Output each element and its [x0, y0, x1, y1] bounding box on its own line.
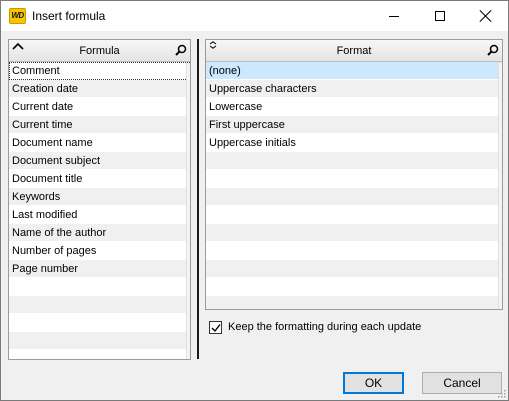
formula-row[interactable]: Creation date: [9, 80, 190, 98]
format-row[interactable]: Uppercase initials: [206, 134, 502, 152]
format-row[interactable]: (none): [206, 62, 502, 80]
formula-row[interactable]: Document name: [9, 134, 190, 152]
formula-row[interactable]: Document subject: [9, 152, 190, 170]
formula-empty-row: [9, 296, 190, 314]
formula-row[interactable]: Last modified: [9, 206, 190, 224]
close-icon: [480, 10, 492, 22]
formula-row[interactable]: Keywords: [9, 188, 190, 206]
formula-row[interactable]: Name of the author: [9, 224, 190, 242]
formula-column-header[interactable]: Formula: [9, 40, 190, 62]
resize-grip-icon[interactable]: [496, 388, 506, 398]
format-empty-row: [206, 188, 502, 206]
insert-formula-dialog: WD Insert formula Formula Comment Creatio…: [0, 0, 509, 401]
app-logo-icon: WD: [9, 8, 26, 24]
formula-row[interactable]: Number of pages: [9, 242, 190, 260]
format-column-header[interactable]: Format: [206, 40, 502, 62]
close-button[interactable]: [463, 1, 509, 31]
keep-formatting-option[interactable]: Keep the formatting during each update: [209, 320, 421, 334]
keep-formatting-label[interactable]: Keep the formatting during each update: [228, 321, 421, 333]
formula-row[interactable]: Page number: [9, 260, 190, 278]
format-table: Format (none) Uppercase characters Lowerca…: [205, 39, 503, 310]
format-row[interactable]: Lowercase: [206, 98, 502, 116]
pane-splitter[interactable]: [197, 39, 199, 359]
dialog-title: Insert formula: [32, 9, 106, 23]
checkmark-icon: [211, 323, 221, 332]
minimize-button[interactable]: [371, 1, 417, 31]
format-empty-row: [206, 242, 502, 260]
formula-row[interactable]: Current time: [9, 116, 190, 134]
formula-row[interactable]: Comment: [9, 62, 190, 80]
formula-row[interactable]: Current date: [9, 98, 190, 116]
ok-button[interactable]: OK: [343, 372, 404, 394]
format-empty-row: [206, 278, 502, 296]
formula-row[interactable]: Document title: [9, 170, 190, 188]
formula-empty-row: [9, 332, 190, 350]
maximize-button[interactable]: [417, 1, 463, 31]
format-scrollbar[interactable]: [498, 63, 502, 309]
format-header-label: Format: [336, 45, 372, 57]
formula-header-label: Formula: [79, 45, 120, 57]
format-row[interactable]: Uppercase characters: [206, 80, 502, 98]
format-empty-row: [206, 206, 502, 224]
keep-formatting-checkbox[interactable]: [209, 320, 222, 334]
maximize-icon: [435, 11, 445, 21]
search-icon[interactable]: [487, 44, 499, 56]
format-empty-row: [206, 260, 502, 278]
formula-empty-row: [9, 314, 190, 332]
search-icon[interactable]: [175, 44, 187, 56]
formula-list: Comment Creation date Current date Current …: [9, 62, 190, 350]
format-empty-row: [206, 224, 502, 242]
format-empty-row: [206, 152, 502, 170]
format-row[interactable]: First uppercase: [206, 116, 502, 134]
title-bar: WD Insert formula: [1, 1, 508, 31]
formula-table: Formula Comment Creation date Current date…: [8, 39, 191, 360]
formula-scrollbar[interactable]: [186, 63, 190, 359]
format-empty-row: [206, 170, 502, 188]
formula-empty-row: [9, 278, 190, 296]
minimize-icon: [389, 15, 399, 17]
format-empty-row: [206, 296, 502, 309]
format-list: (none) Uppercase characters Lowercase First…: [206, 62, 502, 309]
cancel-button[interactable]: Cancel: [422, 372, 502, 394]
